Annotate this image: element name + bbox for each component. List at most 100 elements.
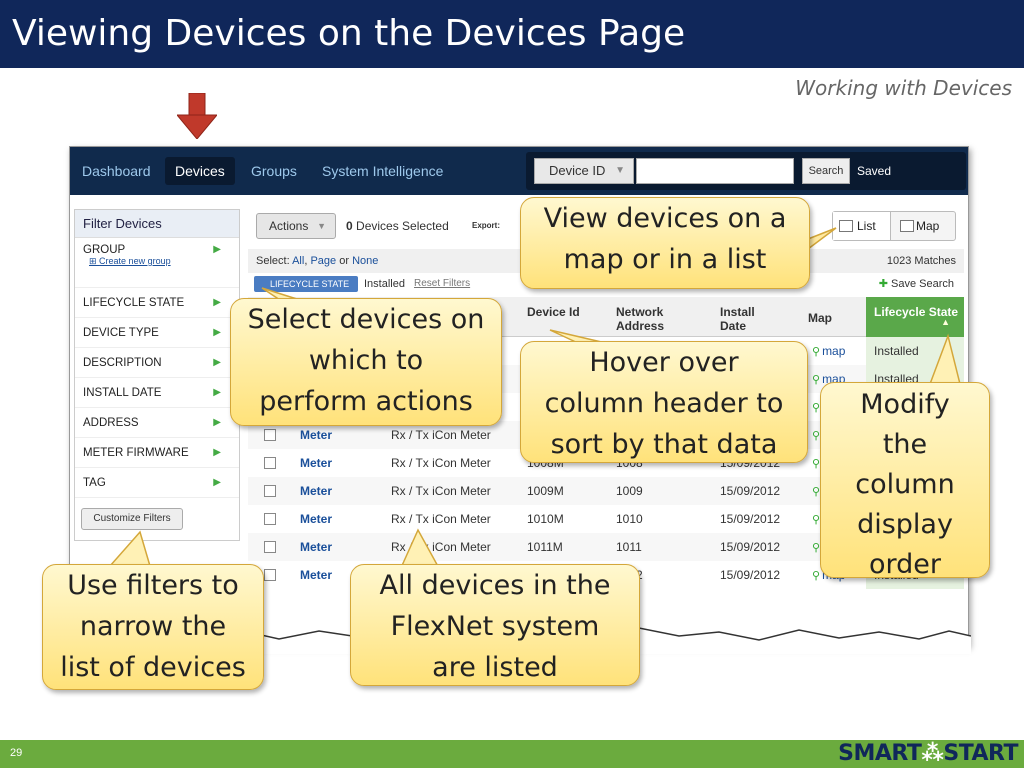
map-pin-icon: ⚲ <box>812 486 821 498</box>
nav-system-intelligence[interactable]: System Intelligence <box>312 157 453 185</box>
filter-meter-firmware[interactable]: METER FIRMWARE ▶ <box>75 438 239 468</box>
nav-devices[interactable]: Devices <box>165 157 235 185</box>
device-type-link[interactable]: Meter <box>300 533 332 561</box>
save-search-link[interactable]: ✚ Save Search <box>879 273 954 295</box>
search-field-select[interactable]: Device ID ▼ <box>534 158 634 184</box>
map-view-button[interactable]: Map <box>892 212 956 240</box>
device-type-link[interactable]: Meter <box>300 477 332 505</box>
callout-use-filters: Use filters to narrow the list of devices <box>42 564 264 690</box>
row-checkbox[interactable] <box>264 569 276 581</box>
lifecycle-state: Installed <box>866 337 964 365</box>
search-field-label: Device ID <box>549 163 606 178</box>
map-pin-icon: ⚲ <box>812 458 821 470</box>
sort-ascending-icon: ▲ <box>941 317 950 327</box>
search-button[interactable]: Search <box>802 158 850 184</box>
slide-title: Viewing Devices on the Devices Page <box>0 0 1024 68</box>
map-pin-icon: ⚲ <box>812 430 821 442</box>
chevron-down-icon: ▼ <box>615 165 625 176</box>
nav-groups[interactable]: Groups <box>241 157 307 185</box>
expand-icon: ▶ <box>213 387 221 398</box>
header-install-date[interactable]: Install Date <box>720 305 780 333</box>
expand-icon: ▶ <box>213 357 221 368</box>
device-type-link[interactable]: Meter <box>300 505 332 533</box>
chip-value: Installed <box>364 278 405 290</box>
callout-view-toggle: View devices on a map or in a list <box>520 197 810 289</box>
map-pin-icon: ⚲ <box>812 570 821 582</box>
device-id: 1011M <box>527 540 563 554</box>
list-view-button[interactable]: List <box>833 212 891 240</box>
filter-panel: Filter Devices GROUP ▶ ⊞ Create new grou… <box>74 209 240 541</box>
slide-footer: 29 SMART⁂START <box>0 740 1024 768</box>
header-map[interactable]: Map <box>808 311 832 325</box>
smartstart-logo: SMART⁂START <box>838 741 1018 766</box>
device-id: 1010M <box>527 512 564 526</box>
filter-description[interactable]: DESCRIPTION ▶ <box>75 348 239 378</box>
match-count: 1023 Matches <box>886 255 956 267</box>
row-checkbox[interactable] <box>264 457 276 469</box>
row-checkbox[interactable] <box>264 513 276 525</box>
map-pin-icon: ⚲ <box>812 542 821 554</box>
expand-icon: ▶ <box>213 417 221 428</box>
device-type-link[interactable]: Meter <box>300 449 332 477</box>
row-checkbox[interactable] <box>264 541 276 553</box>
device-description: Rx / Tx iCon Meter <box>391 512 491 526</box>
page-number: 29 <box>10 747 23 759</box>
device-description: Rx / Tx iCon Meter <box>391 456 491 470</box>
device-description: Rx / Tx iCon Meter <box>391 484 491 498</box>
callout-hover-header: Hover over column header to sort by that d… <box>520 341 808 463</box>
selected-count: 0 Devices Selected <box>346 219 449 233</box>
lifecycle-state-chip[interactable]: LIFECYCLE STATE <box>254 276 358 292</box>
filter-install-date[interactable]: INSTALL DATE ▶ <box>75 378 239 408</box>
header-lifecycle-state[interactable]: Lifecycle State ▲ <box>866 297 964 337</box>
callout-all-devices: All devices in the FlexNet system are list… <box>350 564 640 686</box>
expand-icon: ▶ <box>213 327 221 338</box>
plus-icon: ✚ <box>878 278 889 290</box>
select-page-link[interactable]: Page <box>310 255 336 267</box>
reset-filters-link[interactable]: Reset Filters <box>414 273 470 295</box>
nav-dashboard[interactable]: Dashboard <box>72 157 161 185</box>
network-address: 1011 <box>616 540 642 554</box>
install-date: 15/09/2012 <box>720 512 781 526</box>
filter-tag[interactable]: TAG ▶ <box>75 468 239 498</box>
device-description: Rx / Tx iCon Meter <box>391 540 491 554</box>
device-id: 1009M <box>527 484 564 498</box>
filter-lifecycle-state[interactable]: LIFECYCLE STATE ▶ <box>75 288 239 318</box>
arrow-down-icon <box>177 93 217 139</box>
top-nav: Dashboard Devices Groups System Intellig… <box>70 147 968 195</box>
export-label: Export: <box>472 221 500 230</box>
search-bar: Device ID ▼ Search Saved <box>526 152 966 190</box>
expand-icon: ▶ <box>213 297 221 308</box>
callout-select-devices: Select devices on which to perform actions <box>230 298 502 426</box>
customize-filters-button[interactable]: Customize Filters <box>81 508 183 530</box>
map-pin-icon: ⚲ <box>812 514 821 526</box>
install-date: 15/09/2012 <box>720 540 781 554</box>
header-device-id[interactable]: Device Id <box>527 305 587 319</box>
map-icon <box>900 220 914 232</box>
install-date: 15/09/2012 <box>720 484 781 498</box>
network-address: 1010 <box>616 512 643 526</box>
row-checkbox[interactable] <box>264 429 276 441</box>
callout-modify-order: Modify the column display order <box>820 382 990 580</box>
slide-subtitle: Working with Devices <box>795 76 1012 100</box>
filter-address[interactable]: ADDRESS ▶ <box>75 408 239 438</box>
saved-searches-link[interactable]: Saved <box>857 158 891 184</box>
select-all-link[interactable]: All <box>292 255 304 267</box>
select-none-link[interactable]: None <box>352 255 378 267</box>
view-toggle: List Map <box>832 211 956 241</box>
map-pin-icon: ⚲ <box>812 374 821 386</box>
map-pin-icon: ⚲ <box>812 346 821 358</box>
filter-group[interactable]: GROUP ▶ ⊞ Create new group <box>75 238 239 288</box>
map-link[interactable]: ⚲map <box>812 337 845 366</box>
header-network-address[interactable]: Network Address <box>616 305 686 333</box>
star-icon: ⁂ <box>921 741 944 766</box>
network-address: 1009 <box>616 484 643 498</box>
filter-panel-title: Filter Devices <box>75 210 239 238</box>
row-checkbox[interactable] <box>264 485 276 497</box>
device-type-link[interactable]: Meter <box>300 561 332 589</box>
filter-device-type[interactable]: DEVICE TYPE ▶ <box>75 318 239 348</box>
search-input[interactable] <box>636 158 794 184</box>
create-group-link[interactable]: ⊞ Create new group <box>89 255 171 267</box>
chevron-down-icon: ▼ <box>317 221 326 231</box>
actions-dropdown[interactable]: Actions ▼ <box>256 213 336 239</box>
expand-icon: ▶ <box>213 447 221 458</box>
